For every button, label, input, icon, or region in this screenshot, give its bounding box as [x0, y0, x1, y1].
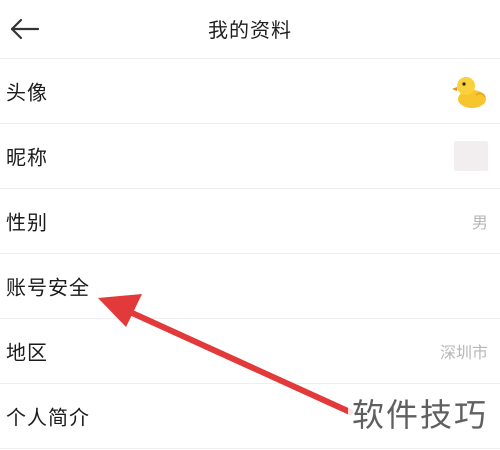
row-account-security[interactable]: 账号安全: [0, 254, 500, 319]
row-label-nickname: 昵称: [6, 145, 48, 170]
top-bar: 我的资料: [0, 0, 500, 59]
nickname-thumbnail: [454, 141, 488, 171]
row-avatar[interactable]: 头像: [0, 59, 500, 124]
row-label-avatar: 头像: [6, 80, 48, 105]
watermark-text: 软件技巧: [347, 388, 492, 438]
row-label-bio: 个人简介: [6, 405, 90, 430]
page-title: 我的资料: [208, 18, 292, 42]
row-label-account-security: 账号安全: [6, 275, 90, 300]
row-nickname[interactable]: 昵称: [0, 124, 500, 189]
region-value: 深圳市: [439, 343, 488, 362]
duck-avatar-icon[interactable]: [452, 73, 488, 109]
profile-screen: 我的资料 头像 昵称 性别 男 账号安全 地区 深圳市 个人简介 软件技巧: [0, 0, 500, 450]
row-label-region: 地区: [6, 340, 48, 365]
row-region[interactable]: 地区 深圳市: [0, 319, 500, 384]
row-gender[interactable]: 性别 男: [0, 189, 500, 254]
row-label-gender: 性别: [6, 210, 48, 235]
gender-value: 男: [471, 213, 488, 232]
